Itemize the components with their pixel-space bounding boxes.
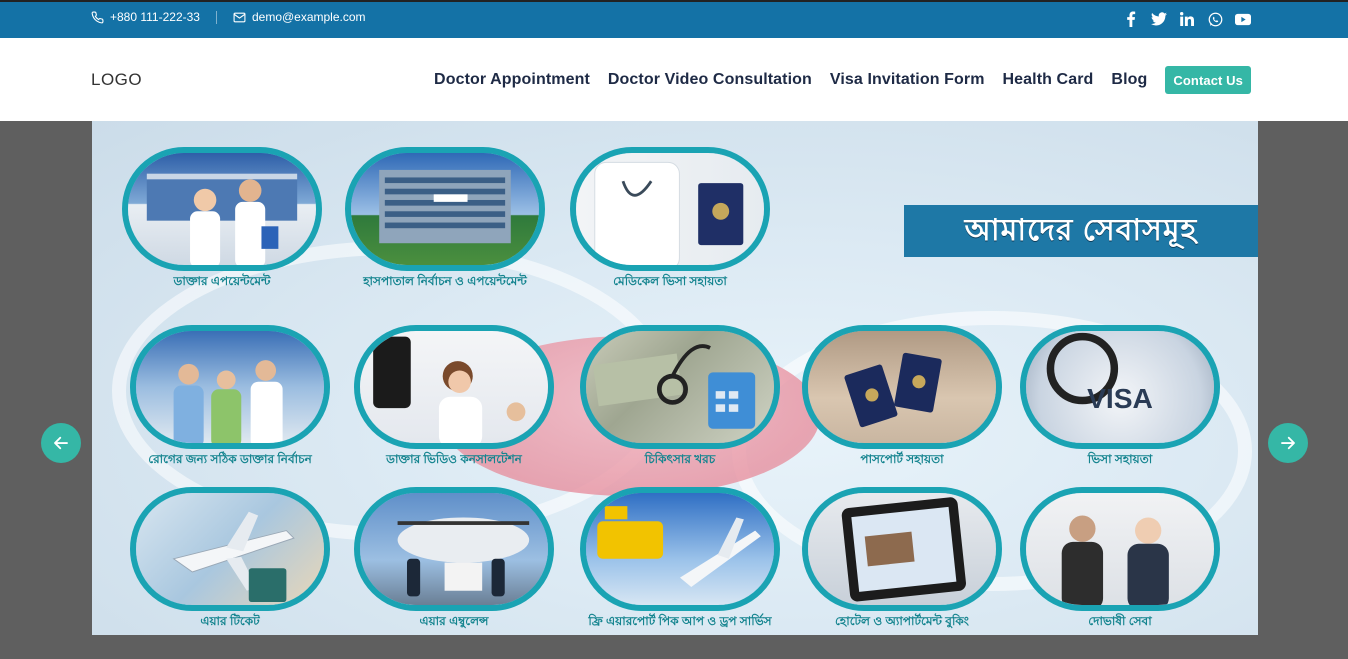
service-tile[interactable]: রোগের জন্য সঠিক ডাক্তার নির্বাচন xyxy=(130,325,330,471)
hero-slider: আমাদের সেবাসমূহ ডাক্তার এপয়েন্টমেন্ট হা… xyxy=(0,121,1348,659)
phone-item[interactable]: +880 111-222-33 xyxy=(91,10,200,24)
linkedin-icon[interactable] xyxy=(1179,11,1195,27)
service-caption: পাসপোর্ট সহায়তা xyxy=(860,452,944,466)
service-image xyxy=(354,325,554,449)
service-caption: হোটেল ও অ্যাপার্টমেন্ট বুকিং xyxy=(835,614,969,628)
service-tile[interactable]: ফ্রি এয়ারপোর্ট পিক আপ ও ড্রপ সার্ভিস xyxy=(580,487,780,633)
contact-us-button[interactable]: Contact Us xyxy=(1165,66,1251,94)
email-item[interactable]: demo@example.com xyxy=(233,10,366,24)
service-tile[interactable]: পাসপোর্ট সহায়তা xyxy=(802,325,1002,471)
service-image xyxy=(1020,487,1220,611)
nav-blog[interactable]: Blog xyxy=(1111,71,1147,89)
slider-prev-button[interactable] xyxy=(41,423,81,463)
service-tile[interactable]: হাসপাতাল নির্বাচন ও এপয়েন্টমেন্ট xyxy=(345,147,545,293)
service-image: VISA xyxy=(1020,325,1220,449)
site-logo[interactable]: LOGO xyxy=(91,70,142,90)
email-address: demo@example.com xyxy=(251,10,366,24)
service-tile[interactable]: VISA ভিসা সহায়তা xyxy=(1020,325,1220,471)
nav-doctor-appointment[interactable]: Doctor Appointment xyxy=(434,71,590,89)
divider xyxy=(215,10,217,24)
service-tile[interactable]: মেডিকেল ভিসা সহায়তা xyxy=(570,147,770,293)
service-image xyxy=(130,487,330,611)
service-caption: এয়ার এম্বুলেন্স xyxy=(419,614,489,628)
service-caption: দোভাষী সেবা xyxy=(1088,614,1152,628)
service-caption: ডাক্তার ভিডিও কনসালটেশন xyxy=(386,452,522,466)
service-caption: চিকিৎসার খরচ xyxy=(644,452,716,466)
services-banner: আমাদের সেবাসমূহ xyxy=(904,205,1258,257)
svg-text:VISA: VISA xyxy=(1087,382,1153,414)
social-links xyxy=(1123,11,1251,27)
main-menu: Doctor Appointment Doctor Video Consulta… xyxy=(416,66,1251,94)
slider-next-button[interactable] xyxy=(1268,423,1308,463)
nav-health-card[interactable]: Health Card xyxy=(1003,71,1094,89)
service-image xyxy=(570,147,770,271)
main-navbar: LOGO Doctor Appointment Doctor Video Con… xyxy=(0,38,1348,121)
service-caption: হাসপাতাল নির্বাচন ও এপয়েন্টমেন্ট xyxy=(363,274,527,288)
top-bar: +880 111-222-33 demo@example.com xyxy=(0,0,1348,38)
service-tile[interactable]: এয়ার এম্বুলেন্স xyxy=(354,487,554,633)
service-image xyxy=(345,147,545,271)
service-image xyxy=(802,487,1002,611)
facebook-icon[interactable] xyxy=(1123,11,1139,27)
service-caption: মেডিকেল ভিসা সহায়তা xyxy=(613,274,727,288)
service-caption: ভিসা সহায়তা xyxy=(1087,452,1153,466)
service-image xyxy=(802,325,1002,449)
service-tile[interactable]: এয়ার টিকেট xyxy=(130,487,330,633)
nav-visa-invitation-form[interactable]: Visa Invitation Form xyxy=(830,71,985,89)
service-tile[interactable]: চিকিৎসার খরচ xyxy=(580,325,780,471)
service-image xyxy=(122,147,322,271)
service-image xyxy=(580,487,780,611)
phone-number: +880 111-222-33 xyxy=(110,10,200,24)
service-image xyxy=(130,325,330,449)
phone-icon xyxy=(91,11,104,24)
arrow-left-icon xyxy=(54,436,68,450)
slide-image: আমাদের সেবাসমূহ ডাক্তার এপয়েন্টমেন্ট হা… xyxy=(92,121,1258,635)
youtube-icon[interactable] xyxy=(1235,11,1251,27)
service-tile[interactable]: ডাক্তার এপয়েন্টমেন্ট xyxy=(122,147,322,293)
twitter-icon[interactable] xyxy=(1151,11,1167,27)
arrow-right-icon xyxy=(1281,436,1295,450)
envelope-icon xyxy=(233,11,246,24)
service-caption: ফ্রি এয়ারপোর্ট পিক আপ ও ড্রপ সার্ভিস xyxy=(588,614,772,628)
service-caption: রোগের জন্য সঠিক ডাক্তার নির্বাচন xyxy=(148,452,312,466)
service-image xyxy=(580,325,780,449)
service-tile[interactable]: দোভাষী সেবা xyxy=(1020,487,1220,633)
service-tile[interactable]: হোটেল ও অ্যাপার্টমেন্ট বুকিং xyxy=(802,487,1002,633)
contact-info: +880 111-222-33 demo@example.com xyxy=(91,10,366,24)
nav-doctor-video-consultation[interactable]: Doctor Video Consultation xyxy=(608,71,812,89)
service-image xyxy=(354,487,554,611)
whatsapp-icon[interactable] xyxy=(1207,11,1223,27)
service-caption: ডাক্তার এপয়েন্টমেন্ট xyxy=(173,274,271,288)
service-caption: এয়ার টিকেট xyxy=(200,614,260,628)
service-tile[interactable]: ডাক্তার ভিডিও কনসালটেশন xyxy=(354,325,554,471)
